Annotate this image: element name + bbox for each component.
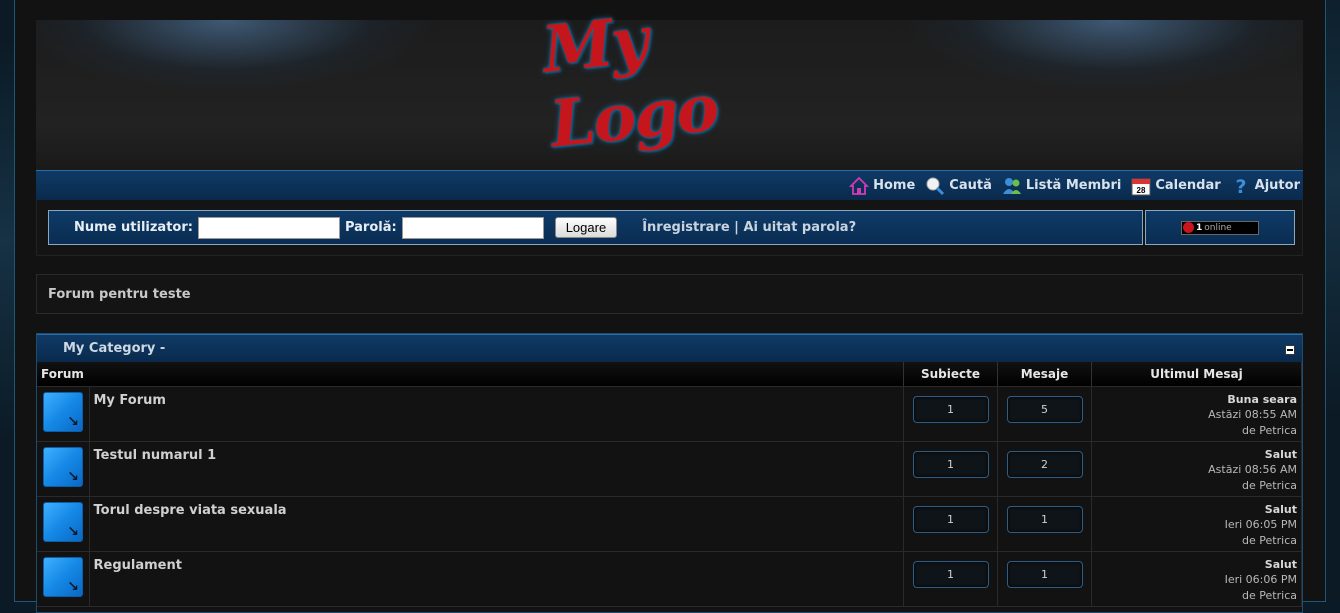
nav-home-label: Home (873, 178, 916, 193)
online-person-icon (1183, 222, 1194, 233)
main-navbar: Home Caută Listă Membri 28 Calendar ? Aj… (36, 170, 1303, 200)
last-post-author[interactable]: Petrica (1259, 424, 1297, 437)
svg-text:?: ? (1235, 176, 1246, 196)
topics-count: 1 (912, 395, 989, 423)
last-post-title[interactable]: Salut (1092, 447, 1297, 463)
nav-calendar-label: Calendar (1155, 178, 1221, 193)
forum-table: Forum Subiecte Mesaje Ultimul Mesaj My F… (37, 362, 1302, 607)
col-topics: Subiecte (903, 362, 998, 387)
login-form: Nume utilizator: Parolă: Logare Înregist… (48, 210, 1143, 245)
col-forum: Forum (37, 362, 904, 387)
last-post-author[interactable]: Petrica (1259, 534, 1297, 547)
online-counter-box: 1 online (1145, 210, 1295, 245)
svg-text:28: 28 (1137, 186, 1146, 195)
username-label: Nume utilizator: (74, 220, 193, 235)
forum-name-link[interactable]: Torul despre viata sexuala (94, 503, 287, 518)
table-row: Regulament 1 1 Salut Ieri 06:06 PM de Pe… (37, 551, 1302, 607)
online-text: online (1204, 222, 1232, 233)
register-link[interactable]: Înregistrare (642, 220, 729, 235)
members-icon (1002, 176, 1022, 196)
topics-count: 1 (912, 560, 989, 588)
username-input[interactable] (197, 216, 340, 239)
last-post-author[interactable]: Petrica (1259, 589, 1297, 602)
posts-count: 2 (1006, 450, 1083, 478)
last-post-title[interactable]: Salut (1092, 557, 1297, 573)
topics-count: 1 (912, 450, 989, 478)
last-post-title[interactable]: Salut (1092, 502, 1297, 518)
last-post-date: Astăzi 08:56 AM (1208, 463, 1297, 476)
category-title[interactable]: My Category - (63, 341, 165, 356)
nav-search[interactable]: Caută (925, 176, 992, 196)
online-count: 1 (1196, 222, 1203, 233)
posts-count: 1 (1006, 505, 1083, 533)
last-post-title[interactable]: Buna seara (1092, 392, 1297, 408)
site-logo[interactable]: My Logo (539, 3, 801, 163)
nav-home[interactable]: Home (849, 176, 915, 196)
home-icon (849, 176, 870, 196)
calendar-icon: 28 (1131, 176, 1151, 196)
link-separator: | (734, 220, 739, 235)
login-links: Înregistrare | Ai uitat parola? (642, 220, 856, 235)
last-post-by-prefix: de (1242, 478, 1256, 492)
nav-search-label: Caută (949, 178, 992, 193)
forum-status-icon (43, 391, 83, 432)
forum-status-icon (43, 446, 83, 487)
site-header: My Logo (36, 3, 1303, 170)
login-button[interactable]: Logare (554, 217, 618, 238)
last-post-by-prefix: de (1242, 588, 1256, 602)
forum-description: Forum pentru teste (36, 274, 1303, 314)
nav-members-label: Listă Membri (1025, 178, 1122, 193)
last-post-by-prefix: de (1242, 533, 1256, 547)
forum-name-link[interactable]: Testul numarul 1 (94, 448, 217, 463)
last-post-date: Ieri 06:05 PM (1224, 518, 1297, 531)
last-post-by-prefix: de (1242, 423, 1256, 437)
password-label: Parolă: (344, 220, 397, 235)
table-row: Torul despre viata sexuala 1 1 Salut Ier… (37, 496, 1302, 552)
last-post-date: Astăzi 08:55 AM (1208, 408, 1297, 421)
forgot-password-link[interactable]: Ai uitat parola? (743, 220, 856, 235)
forum-status-icon (43, 556, 83, 597)
last-post-author[interactable]: Petrica (1259, 479, 1297, 492)
online-badge[interactable]: 1 online (1181, 220, 1259, 235)
posts-count: 5 (1006, 395, 1083, 423)
forum-name-link[interactable]: Regulament (94, 558, 182, 573)
nav-help[interactable]: ? Ajutor (1231, 176, 1300, 196)
topics-count: 1 (912, 505, 989, 533)
nav-members[interactable]: Listă Membri (1002, 176, 1121, 196)
table-row: My Forum 1 5 Buna seara Astăzi 08:55 AM … (37, 386, 1302, 442)
collapse-icon[interactable] (1285, 345, 1295, 355)
col-posts: Mesaje (997, 362, 1092, 387)
last-post-date: Ieri 06:06 PM (1224, 573, 1297, 586)
login-panel: Nume utilizator: Parolă: Logare Înregist… (36, 200, 1303, 256)
col-last-post: Ultimul Mesaj (1091, 362, 1302, 387)
forum-name-link[interactable]: My Forum (94, 393, 166, 408)
category-block: My Category - Forum Subiecte Mesaje Ulti… (36, 333, 1303, 613)
help-icon: ? (1231, 176, 1251, 196)
nav-help-label: Ajutor (1254, 178, 1300, 193)
posts-count: 1 (1006, 560, 1083, 588)
password-input[interactable] (401, 216, 544, 239)
forum-status-icon (43, 501, 83, 542)
forum-table-header: Forum Subiecte Mesaje Ultimul Mesaj (37, 362, 1302, 387)
search-icon (925, 176, 945, 196)
category-header: My Category - (37, 334, 1302, 362)
page-wrapper: My Logo Home Caută Listă Membri 28 Calen… (14, 0, 1326, 613)
nav-calendar[interactable]: 28 Calendar (1131, 176, 1221, 196)
table-row: Testul numarul 1 1 2 Salut Astăzi 08:56 … (37, 441, 1302, 497)
